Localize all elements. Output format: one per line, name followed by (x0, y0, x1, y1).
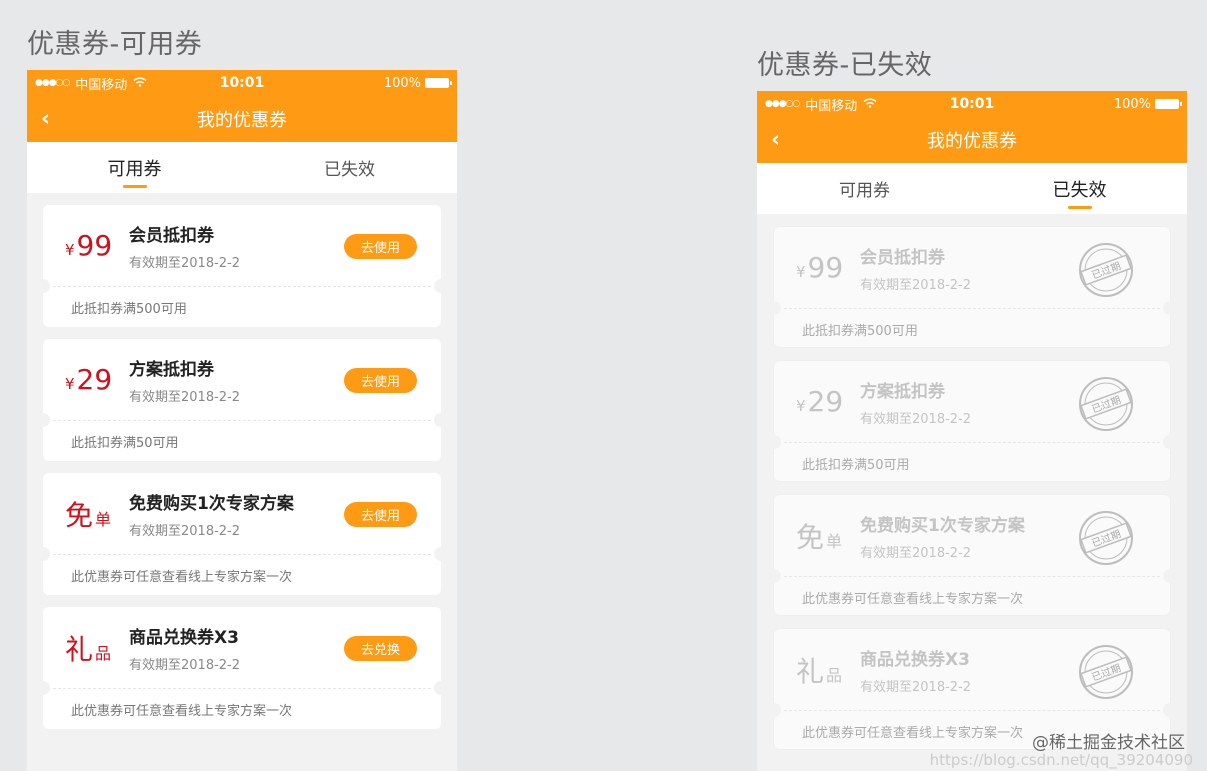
coupon-value: 免单 (65, 498, 112, 532)
section-title-available: 优惠券-可用券 (27, 29, 203, 60)
battery-percent: 100% (383, 75, 421, 91)
section-title-expired: 优惠券-已失效 (757, 50, 933, 81)
coupon-card-expired: 免单 免费购买1次专家方案 有效期至2018-2-2 已过期 此优惠券可任意查看… (767, 494, 1177, 616)
coupon-desc: 此抵扣券满500可用 (71, 302, 187, 317)
status-bar: ●●●○○ 中国移动 10:01 100% (757, 91, 1187, 117)
expired-stamp-icon: 已过期 (1079, 243, 1133, 297)
tabs: 可用券 已失效 (757, 163, 1187, 214)
battery-percent: 100% (1113, 96, 1151, 112)
back-chevron-icon[interactable]: ‹ (771, 128, 780, 153)
use-coupon-button[interactable]: 去使用 (344, 234, 417, 259)
phone-available: ●●●○○ 中国移动 10:01 100% ‹ 我的优惠券 可用券 已失效 ¥9… (27, 70, 457, 771)
coupon-value: ¥29 (796, 385, 844, 418)
status-bar: ●●●○○ 中国移动 10:01 100% (27, 70, 457, 96)
coupon-desc: 此优惠券可任意查看线上专家方案一次 (802, 592, 1024, 607)
watermark-url: https://blog.csdn.net/qq_39204090 (929, 751, 1193, 769)
coupon-value: 礼品 (796, 654, 843, 688)
coupon-list: ¥99 会员抵扣券 有效期至2018-2-2 去使用 此抵扣券满500可用 ¥2… (27, 193, 457, 729)
nav-title: 我的优惠券 (197, 110, 287, 131)
coupon-desc: 此优惠券可任意查看线上专家方案一次 (71, 704, 293, 719)
watermark: @稀土掘金技术社区 (1032, 733, 1185, 753)
expired-stamp-icon: 已过期 (1079, 645, 1133, 699)
tab-expired[interactable]: 已失效 (972, 163, 1187, 214)
coupon-desc: 此抵扣券满50可用 (71, 436, 179, 451)
use-coupon-button[interactable]: 去使用 (344, 502, 417, 527)
use-coupon-button[interactable]: 去使用 (344, 368, 417, 393)
nav-title: 我的优惠券 (927, 131, 1017, 152)
nav-bar: ‹ 我的优惠券 (757, 117, 1187, 163)
expired-stamp-icon: 已过期 (1079, 511, 1133, 565)
battery-icon (1155, 99, 1182, 109)
coupon-desc: 此优惠券可任意查看线上专家方案一次 (71, 570, 293, 585)
phone-expired: ●●●○○ 中国移动 10:01 100% ‹ 我的优惠券 可用券 已失效 ¥9… (757, 91, 1187, 771)
coupon-card-expired: ¥29 方案抵扣券 有效期至2018-2-2 已过期 此抵扣券满50可用 (767, 360, 1177, 482)
nav-bar: ‹ 我的优惠券 (27, 96, 457, 142)
redeem-coupon-button[interactable]: 去兑换 (344, 636, 417, 661)
coupon-desc: 此优惠券可任意查看线上专家方案一次 (802, 726, 1024, 741)
back-chevron-icon[interactable]: ‹ (41, 107, 50, 132)
coupon-list: ¥99 会员抵扣券 有效期至2018-2-2 已过期 此抵扣券满500可用 ¥ … (757, 214, 1187, 750)
coupon-card: 免单 免费购买1次专家方案 有效期至2018-2-2 去使用 此优惠券可任意查看… (36, 473, 448, 595)
coupon-card: ¥99 会员抵扣券 有效期至2018-2-2 去使用 此抵扣券满500可用 (36, 205, 448, 327)
coupon-value: ¥29 (65, 363, 113, 396)
tab-available[interactable]: 可用券 (757, 163, 972, 214)
coupon-value: ¥99 (65, 229, 113, 262)
coupon-desc: 此抵扣券满50可用 (802, 458, 910, 473)
tab-expired[interactable]: 已失效 (242, 142, 457, 193)
coupon-value: 礼品 (65, 632, 112, 666)
coupon-card-expired: ¥99 会员抵扣券 有效期至2018-2-2 已过期 此抵扣券满500可用 (767, 226, 1177, 348)
coupon-card: ¥29 方案抵扣券 有效期至2018-2-2 去使用 此抵扣券满50可用 (36, 339, 448, 461)
expired-stamp-icon: 已过期 (1079, 377, 1133, 431)
tab-available[interactable]: 可用券 (27, 142, 242, 193)
coupon-value: ¥99 (796, 251, 844, 284)
coupon-desc: 此抵扣券满500可用 (802, 324, 918, 339)
coupon-value: 免单 (796, 520, 843, 554)
coupon-card: 礼品 商品兑换券X3 有效期至2018-2-2 去兑换 此优惠券可任意查看线上专… (36, 607, 448, 729)
tabs: 可用券 已失效 (27, 142, 457, 193)
battery-icon (425, 78, 452, 88)
